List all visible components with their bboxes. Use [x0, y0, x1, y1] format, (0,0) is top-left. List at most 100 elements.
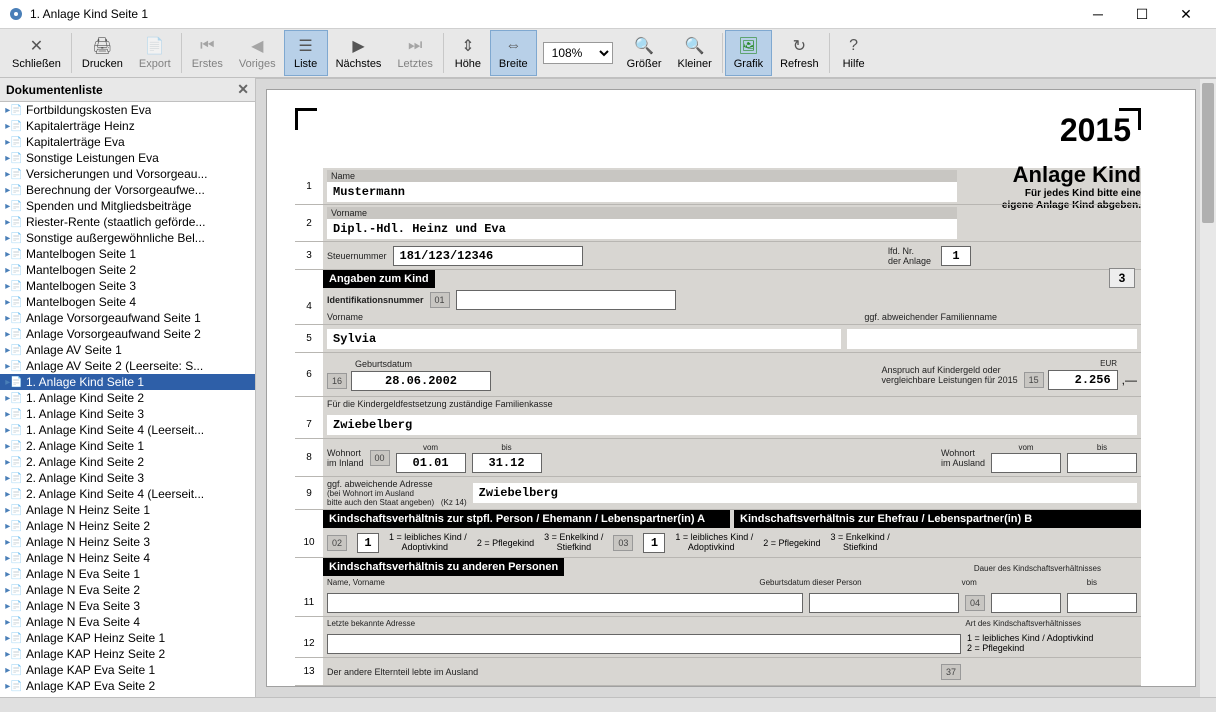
width-button[interactable]: ⇔Breite	[490, 30, 537, 76]
list-item[interactable]: ▸📄1. Anlage Kind Seite 3	[0, 406, 255, 422]
anspruch-label-1: Anspruch auf Kindergeld oder	[882, 365, 1018, 375]
code-ident: 01	[430, 292, 450, 308]
list-item[interactable]: ▸📄Riester-Rente (staatlich geförde...	[0, 214, 255, 230]
document-icon: ▸📄	[4, 265, 24, 276]
list-item[interactable]: ▸📄Mantelbogen Seite 3	[0, 278, 255, 294]
field-name: Mustermann	[327, 182, 957, 202]
sidebar-close-icon[interactable]: ✕	[237, 81, 249, 98]
document-icon: ▸📄	[4, 409, 24, 420]
export-button[interactable]: 📄Export	[131, 30, 179, 76]
last-button[interactable]: ⏭Letztes	[389, 30, 440, 76]
scrollbar-thumb[interactable]	[1202, 83, 1214, 223]
list-item[interactable]: ▸📄2. Anlage Kind Seite 3	[0, 470, 255, 486]
list-item[interactable]: ▸📄1. Anlage Kind Seite 1	[0, 374, 255, 390]
list-item[interactable]: ▸📄Anlage KAP Heinz Seite 2	[0, 646, 255, 662]
list-item[interactable]: ▸📄Fortbildungskosten Eva	[0, 102, 255, 118]
list-item[interactable]: ▸📄2. Anlage Kind Seite 4 (Leerseit...	[0, 486, 255, 502]
document-icon: ▸📄	[4, 617, 24, 628]
list-item[interactable]: ▸📄Kapitalerträge Heinz	[0, 118, 255, 134]
list-item-label: Anlage KAP Heinz Seite 2	[26, 647, 165, 661]
prev-button[interactable]: ◀Voriges	[231, 30, 284, 76]
zoom-out-button[interactable]: 🔍Kleiner	[670, 30, 720, 76]
document-icon: ▸📄	[4, 121, 24, 132]
list-item-label: Versicherungen und Vorsorgeau...	[26, 167, 207, 181]
field-inland-bis: 31.12	[472, 453, 542, 473]
sidebar: Dokumentenliste ✕ ▸📄Fortbildungskosten E…	[0, 78, 256, 697]
list-item[interactable]: ▸📄Sonstige außergewöhnliche Bel...	[0, 230, 255, 246]
row-number: 3	[295, 242, 323, 269]
document-icon: ▸📄	[4, 153, 24, 164]
document-icon: ▸📄	[4, 217, 24, 228]
close-button[interactable]: ✕Schließen	[4, 30, 69, 76]
row-number: 6	[295, 353, 323, 396]
crop-mark-tl	[295, 108, 317, 130]
list-item[interactable]: ▸📄2. Anlage Kind Seite 1	[0, 438, 255, 454]
print-button[interactable]: 🖨Drucken	[74, 30, 131, 76]
help-button[interactable]: ?Hilfe	[832, 30, 876, 76]
list-item[interactable]: ▸📄Versicherungen und Vorsorgeau...	[0, 166, 255, 182]
field-label-steuernummer: Steuernummer	[327, 251, 387, 261]
list-item[interactable]: ▸📄Anlage KAP Heinz Seite 1	[0, 630, 255, 646]
graphic-button[interactable]: 🖼Grafik	[725, 30, 772, 76]
name-vorname-label: Name, Vorname	[327, 578, 385, 587]
list-item[interactable]: ▸📄Anlage N Eva Seite 3	[0, 598, 255, 614]
list-item-label: 2. Anlage Kind Seite 2	[26, 455, 144, 469]
list-item-label: Mantelbogen Seite 1	[26, 247, 136, 261]
list-item[interactable]: ▸📄Anlage AV Seite 1	[0, 342, 255, 358]
list-item[interactable]: ▸📄2. Anlage Kind Seite 2	[0, 454, 255, 470]
list-item[interactable]: ▸📄Sonstige Leistungen Eva	[0, 150, 255, 166]
field-lfd-nr: 1	[941, 246, 971, 266]
list-button[interactable]: ☰Liste	[284, 30, 328, 76]
first-button[interactable]: ⏮Erstes	[184, 30, 231, 76]
list-item[interactable]: ▸📄Anlage KAP Eva Seite 2	[0, 678, 255, 694]
maximize-button[interactable]: ☐	[1120, 0, 1164, 28]
art-ksv-label: Art des Kindschaftsverhältnisses	[965, 619, 1081, 628]
next-button[interactable]: ▶Nächstes	[328, 30, 390, 76]
code-r13: 37	[941, 664, 961, 680]
code-ksv-a: 02	[327, 535, 347, 551]
field-label-gebdat: Geburtsdatum	[355, 359, 491, 369]
list-item-label: Mantelbogen Seite 4	[26, 295, 136, 309]
list-item[interactable]: ▸📄1. Anlage Kind Seite 4 (Leerseit...	[0, 422, 255, 438]
form-year: 2015	[1060, 112, 1131, 149]
list-item[interactable]: ▸📄Anlage KAP Eva Seite 1	[0, 662, 255, 678]
row-number: 10	[295, 528, 323, 557]
close-icon: ✕	[26, 36, 46, 56]
list-item-label: Anlage N Eva Seite 4	[26, 615, 140, 629]
code-ksv-b: 03	[613, 535, 633, 551]
vom-label: vom	[423, 443, 438, 452]
refresh-button[interactable]: ↻Refresh	[772, 30, 827, 76]
list-item-label: Anlage N Eva Seite 2	[26, 583, 140, 597]
list-item[interactable]: ▸📄Anlage AV Seite 2 (Leerseite: S...	[0, 358, 255, 374]
minimize-button[interactable]: ─	[1076, 0, 1120, 28]
list-item[interactable]: ▸📄1. Anlage Kind Seite 2	[0, 390, 255, 406]
list-item[interactable]: ▸📄Anlage N Heinz Seite 1	[0, 502, 255, 518]
list-item[interactable]: ▸📄Anlage Vorsorgeaufwand Seite 2	[0, 326, 255, 342]
list-item-label: 2. Anlage Kind Seite 4 (Leerseit...	[26, 487, 204, 501]
close-button[interactable]: ✕	[1164, 0, 1208, 28]
list-item[interactable]: ▸📄Mantelbogen Seite 1	[0, 246, 255, 262]
height-button[interactable]: ⇕Höhe	[446, 30, 490, 76]
list-item[interactable]: ▸📄Mantelbogen Seite 2	[0, 262, 255, 278]
zoom-combo[interactable]: 108%	[543, 42, 613, 64]
section-ksv-b: Kindschaftsverhältnis zur Ehefrau / Lebe…	[734, 510, 1141, 528]
row-number: 2	[295, 205, 323, 241]
zoom-in-button[interactable]: 🔍Größer	[619, 30, 670, 76]
list-item[interactable]: ▸📄Anlage N Eva Seite 2	[0, 582, 255, 598]
scrollbar-vertical[interactable]	[1200, 79, 1216, 697]
field-label-kvorname: Vorname	[327, 312, 363, 322]
list-item[interactable]: ▸📄Anlage N Eva Seite 1	[0, 566, 255, 582]
list-item[interactable]: ▸📄Berechnung der Vorsorgeaufwe...	[0, 182, 255, 198]
list-item[interactable]: ▸📄Anlage N Heinz Seite 3	[0, 534, 255, 550]
list-item[interactable]: ▸📄Anlage Vorsorgeaufwand Seite 1	[0, 310, 255, 326]
document-icon: ▸📄	[4, 633, 24, 644]
list-item-label: Spenden und Mitgliedsbeiträge	[26, 199, 191, 213]
list-item[interactable]: ▸📄Anlage N Eva Seite 4	[0, 614, 255, 630]
list-item[interactable]: ▸📄Mantelbogen Seite 4	[0, 294, 255, 310]
list-item[interactable]: ▸📄Anlage N Heinz Seite 4	[0, 550, 255, 566]
document-list[interactable]: ▸📄Fortbildungskosten Eva▸📄Kapitalerträge…	[0, 102, 255, 697]
list-item[interactable]: ▸📄Spenden und Mitgliedsbeiträge	[0, 198, 255, 214]
list-item[interactable]: ▸📄Kapitalerträge Eva	[0, 134, 255, 150]
field-vorname: Dipl.-Hdl. Heinz und Eva	[327, 219, 957, 239]
list-item[interactable]: ▸📄Anlage N Heinz Seite 2	[0, 518, 255, 534]
